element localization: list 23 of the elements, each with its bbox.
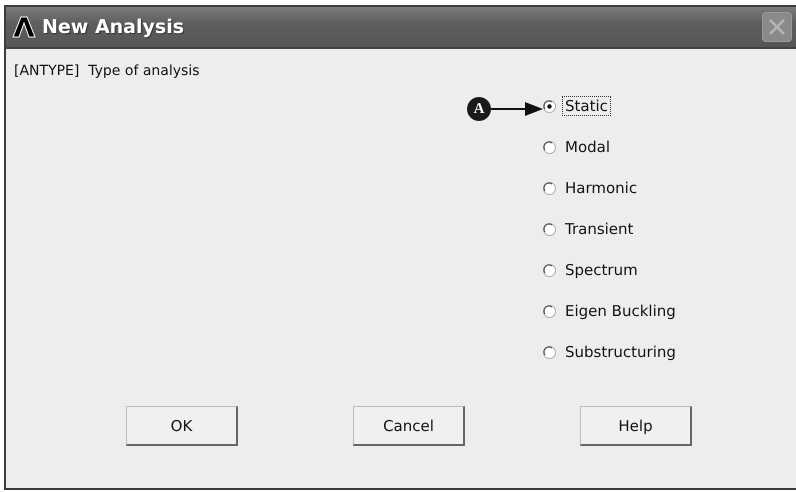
close-icon	[768, 18, 786, 36]
dialog-button[interactable]: Help	[580, 406, 692, 446]
radio-button[interactable]	[543, 304, 556, 318]
option-label[interactable]: Transient	[562, 219, 636, 239]
option-label[interactable]: Harmonic	[562, 178, 640, 198]
dialog-button[interactable]: OK	[126, 406, 238, 446]
radio-button[interactable]	[543, 140, 556, 154]
radio-button[interactable]	[543, 264, 556, 276]
prompt-text: [ANTYPE] Type of analysis	[14, 63, 200, 79]
callout-arrow	[491, 101, 543, 117]
option-label[interactable]: Static	[562, 96, 611, 116]
window-title: New Analysis	[42, 16, 186, 38]
radio-button[interactable]	[543, 100, 556, 112]
radio-button[interactable]	[543, 222, 556, 236]
option-label[interactable]: Eigen Buckling	[562, 301, 679, 321]
option-label[interactable]: Modal	[562, 137, 613, 157]
option-label[interactable]: Spectrum	[562, 260, 641, 280]
callout-badge: A	[467, 97, 491, 121]
dialog-button[interactable]: Cancel	[353, 406, 465, 446]
radio-button[interactable]	[543, 346, 556, 358]
logo-icon	[12, 16, 36, 38]
option-label[interactable]: Substructuring	[562, 342, 679, 362]
radio-button[interactable]	[543, 182, 556, 194]
